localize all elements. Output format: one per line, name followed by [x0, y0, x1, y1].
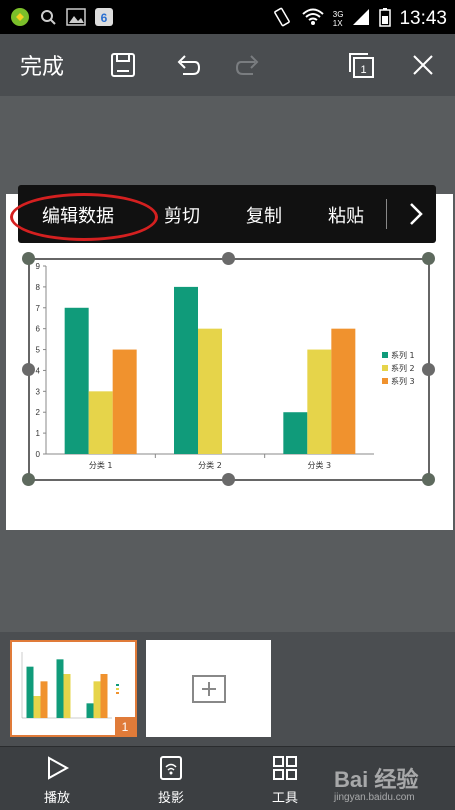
signal-icon: [351, 8, 371, 30]
clock: 13:43: [399, 8, 447, 29]
thumb-bar: [56, 659, 64, 718]
resize-handle-left[interactable]: [22, 363, 35, 376]
svg-text:6: 6: [101, 11, 108, 25]
add-slide-button[interactable]: [146, 640, 271, 737]
highlight-annotation: [10, 193, 158, 241]
save-button[interactable]: [106, 34, 140, 96]
bar: [331, 328, 356, 454]
thumb-bar: [93, 681, 101, 718]
menu-item-paste[interactable]: 粘贴: [328, 202, 364, 228]
vibrate-icon: [271, 6, 293, 32]
bar-chart: 0 1 2 3 4 5 6 7 8 9 分类 1 分类 2 分类 3 系列 1 系列 2 系列 3: [36, 262, 415, 470]
bar: [198, 328, 222, 454]
grid-icon: [273, 756, 297, 780]
save-icon: [111, 53, 135, 77]
y-tick-label: 5: [36, 346, 41, 355]
resize-handle-bottom-right[interactable]: [422, 473, 435, 486]
watermark-url: jingyan.baidu.com: [334, 792, 415, 803]
resize-handle-top-right[interactable]: [422, 252, 435, 265]
menu-separator: [386, 199, 387, 229]
redo-icon: [235, 55, 259, 75]
legend-swatch: [382, 352, 388, 358]
add-icon: [191, 674, 226, 703]
battery-icon: [379, 7, 392, 31]
x-tick-label: 分类 1: [89, 460, 113, 470]
resize-handle-top-left[interactable]: [22, 252, 35, 265]
resize-handle-right[interactable]: [422, 363, 435, 376]
y-tick-label: 7: [36, 304, 41, 313]
tools-label: 工具: [271, 791, 298, 806]
play-button[interactable]: 播放: [27, 755, 87, 806]
play-label: 播放: [43, 791, 70, 806]
thumb-bar: [26, 666, 34, 718]
thumb-bar: [86, 703, 94, 718]
gallery-icon: [66, 7, 86, 27]
legend-swatch: [382, 365, 388, 371]
done-button[interactable]: 完成: [20, 34, 64, 96]
thumb-bar: [63, 674, 71, 718]
slide-switcher-button[interactable]: 1: [344, 34, 378, 96]
thumb-bar: [100, 674, 108, 718]
y-tick-label: 1: [36, 429, 41, 438]
y-tick-label: 0: [36, 450, 41, 459]
network-type: 3G 1X: [332, 10, 344, 28]
project-button[interactable]: 投影: [141, 755, 201, 806]
svg-text:1: 1: [360, 64, 366, 76]
y-tick-label: 9: [36, 262, 41, 271]
watermark: Bai 经验 jingyan.baidu.com: [334, 762, 418, 803]
bar: [64, 307, 89, 454]
pages-icon: 1: [349, 53, 374, 78]
status-bar: 6 3G 1X 13:43: [0, 0, 455, 34]
notification-app-icon: 6: [94, 7, 114, 27]
close-button[interactable]: [406, 34, 440, 96]
y-tick-label: 2: [36, 408, 41, 417]
legend-entry: 系列 2: [391, 363, 415, 373]
bar: [174, 286, 198, 454]
watermark-main: Bai 经验: [334, 767, 419, 792]
chevron-right-icon[interactable]: [401, 199, 431, 229]
search-icon: [38, 7, 58, 27]
x-tick-label: 分类 3: [308, 460, 332, 470]
undo-button[interactable]: [170, 34, 204, 96]
resize-handle-top[interactable]: [222, 252, 235, 265]
resize-handle-bottom-left[interactable]: [22, 473, 35, 486]
thumb-legend-swatch: [116, 684, 119, 686]
chart-object[interactable]: 0 1 2 3 4 5 6 7 8 9 分类 1 分类 2 分类 3 系列 1 系列 2 系列 3: [28, 258, 430, 480]
y-tick-label: 6: [36, 325, 41, 334]
slide-number-badge: 1: [115, 717, 135, 737]
menu-item-copy[interactable]: 复制: [246, 202, 282, 228]
thumb-legend-swatch: [116, 692, 119, 694]
app-badge-icon: [10, 7, 30, 27]
legend-entry: 系列 1: [391, 350, 415, 360]
wifi-icon: [301, 7, 325, 31]
play-icon: [48, 756, 70, 780]
legend-swatch: [382, 378, 388, 384]
editor-toolbar: 完成 1: [0, 34, 455, 96]
bar: [283, 412, 308, 454]
y-tick-label: 4: [36, 366, 41, 375]
bar: [307, 349, 332, 454]
thumb-bar: [33, 696, 41, 718]
bar: [112, 349, 137, 454]
cast-icon: [160, 756, 182, 780]
thumb-legend-swatch: [116, 688, 119, 690]
legend-entry: 系列 3: [391, 376, 415, 386]
bar: [88, 391, 113, 454]
y-tick-label: 8: [36, 283, 41, 292]
resize-handle-bottom[interactable]: [222, 473, 235, 486]
y-tick-label: 3: [36, 387, 41, 396]
undo-icon: [177, 55, 201, 75]
close-icon: [413, 55, 433, 75]
redo-button[interactable]: [232, 34, 266, 96]
thumb-bar: [40, 681, 48, 718]
menu-item-cut[interactable]: 剪切: [164, 202, 200, 228]
x-tick-label: 分类 2: [198, 460, 222, 470]
project-label: 投影: [157, 791, 184, 806]
tools-button[interactable]: 工具: [255, 755, 315, 806]
